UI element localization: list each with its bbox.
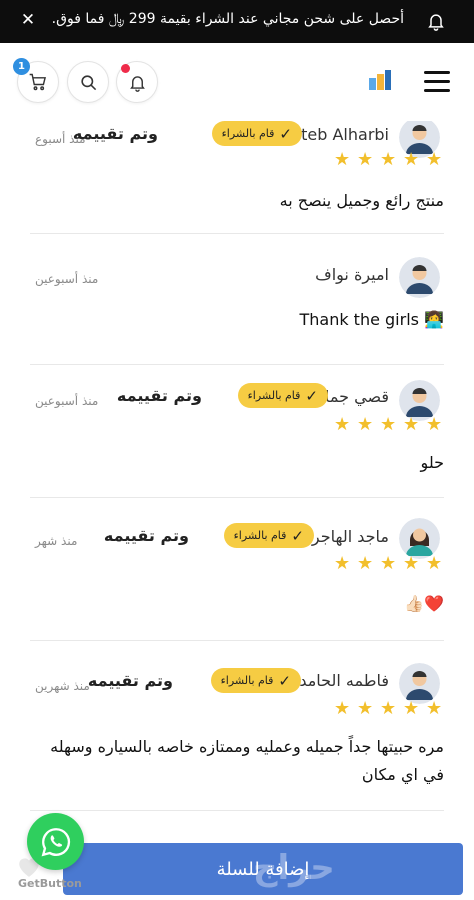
bell-icon xyxy=(129,75,145,92)
whatsapp-icon xyxy=(41,827,70,856)
star-icon: ★ xyxy=(403,414,420,435)
star-icon: ★ xyxy=(426,698,443,719)
notification-dot xyxy=(121,64,130,73)
star-icon: ★ xyxy=(426,553,443,574)
getbutton-label[interactable]: GetButton xyxy=(18,877,82,890)
review-date: منذ أسبوعين xyxy=(35,394,99,408)
checkmark-icon: ✓ xyxy=(291,526,304,545)
reviewer-name: فاطمه الحامدي xyxy=(286,671,389,690)
star-icon: ★ xyxy=(426,414,443,435)
announcement-bar: ✕ أحصل على شحن مجاني عند الشراء بقيمة 29… xyxy=(0,0,474,43)
search-icon xyxy=(80,74,96,90)
bell-icon xyxy=(428,14,444,31)
review-date: منذ أسبوعين xyxy=(35,272,99,286)
verified-purchase-label: قام بالشراء xyxy=(221,127,275,140)
verified-purchase-label: قام بالشراء xyxy=(233,529,287,542)
cart-button[interactable]: 1 xyxy=(13,58,59,103)
review-text: منتج رائع وجميل ينصح به xyxy=(279,191,444,210)
review-date: منذ شهر xyxy=(35,534,78,548)
star-icon: ★ xyxy=(357,414,374,435)
review-text: ❤️👍🏻 xyxy=(404,594,444,613)
whatsapp-button[interactable] xyxy=(27,813,84,870)
star-icon: ★ xyxy=(403,698,420,719)
rating-stars: ★ ★ ★ ★ ★ xyxy=(334,151,444,171)
star-icon: ★ xyxy=(380,553,397,574)
rated-label: وتم تقييمه xyxy=(87,671,173,690)
rating-stars: ★ ★ ★ ★ ★ xyxy=(334,416,444,436)
rated-label: وتم تقييمه xyxy=(116,386,202,405)
search-button[interactable] xyxy=(67,61,109,103)
cart-count-badge: 1 xyxy=(13,58,30,75)
star-icon: ★ xyxy=(380,698,397,719)
star-icon: ★ xyxy=(357,553,374,574)
review-item: اميرة نواف منذ أسبوعين 👩‍💻 Thank the gir… xyxy=(30,234,444,365)
star-icon: ★ xyxy=(380,414,397,435)
add-to-cart-button[interactable]: حراج إضافة للسلة xyxy=(63,843,463,895)
review-item: Moteb Alharbi ✓ قام بالشراء وتم تقييمه من… xyxy=(30,121,444,234)
review-item: فاطمه الحامدي ✓ قام بالشراء وتم تقييمه من… xyxy=(30,641,444,811)
star-icon: ★ xyxy=(403,553,420,574)
review-date: منذ أسبوع xyxy=(35,132,86,146)
star-icon: ★ xyxy=(334,553,351,574)
checkmark-icon: ✓ xyxy=(278,671,291,690)
announcement-text: أحصل على شحن مجاني عند الشراء بقيمة 299 … xyxy=(51,11,404,27)
star-icon: ★ xyxy=(380,149,397,170)
star-icon: ★ xyxy=(357,149,374,170)
star-icon: ★ xyxy=(334,414,351,435)
avatar xyxy=(399,257,440,298)
verified-purchase-label: قام بالشراء xyxy=(247,389,301,402)
star-icon: ★ xyxy=(426,149,443,170)
watermark: حراج xyxy=(253,848,335,888)
verified-purchase-badge: ✓ قام بالشراء xyxy=(237,383,328,408)
review-text: مره حبيتها جداً جميله وعمليه وممتازه خاص… xyxy=(50,737,444,784)
verified-purchase-label: قام بالشراء xyxy=(220,674,274,687)
review-item: قصي جمال ✓ قام بالشراء وتم تقييمه منذ أسب… xyxy=(30,365,444,498)
close-icon[interactable]: ✕ xyxy=(18,9,38,31)
verified-purchase-badge: ✓ قام بالشراء xyxy=(223,523,314,548)
rating-stars: ★ ★ ★ ★ ★ xyxy=(334,700,444,720)
rated-label: وتم تقييمه xyxy=(103,526,189,545)
review-text: حلو xyxy=(420,453,444,472)
reviews-list: Moteb Alharbi ✓ قام بالشراء وتم تقييمه من… xyxy=(30,121,444,821)
site-header: 1 xyxy=(0,43,474,121)
store-logo[interactable] xyxy=(367,68,393,92)
menu-icon[interactable] xyxy=(424,71,450,93)
star-icon: ★ xyxy=(357,698,374,719)
rating-stars: ★ ★ ★ ★ ★ xyxy=(334,555,444,575)
notifications-button[interactable] xyxy=(116,61,158,103)
cart-icon xyxy=(29,73,46,91)
verified-purchase-badge: ✓ قام بالشراء xyxy=(210,668,301,693)
reviewer-name: اميرة نواف xyxy=(315,265,389,284)
review-date: منذ شهرين xyxy=(35,679,90,693)
review-text: 👩‍💻 Thank the girls xyxy=(299,310,444,329)
star-icon: ★ xyxy=(403,149,420,170)
star-icon: ★ xyxy=(334,698,351,719)
verified-purchase-badge: ✓ قام بالشراء xyxy=(211,121,302,146)
checkmark-icon: ✓ xyxy=(279,124,292,143)
checkmark-icon: ✓ xyxy=(305,386,318,405)
star-icon: ★ xyxy=(334,149,351,170)
review-item: ماجد الهاجري ✓ قام بالشراء وتم تقييمه منذ… xyxy=(30,498,444,641)
